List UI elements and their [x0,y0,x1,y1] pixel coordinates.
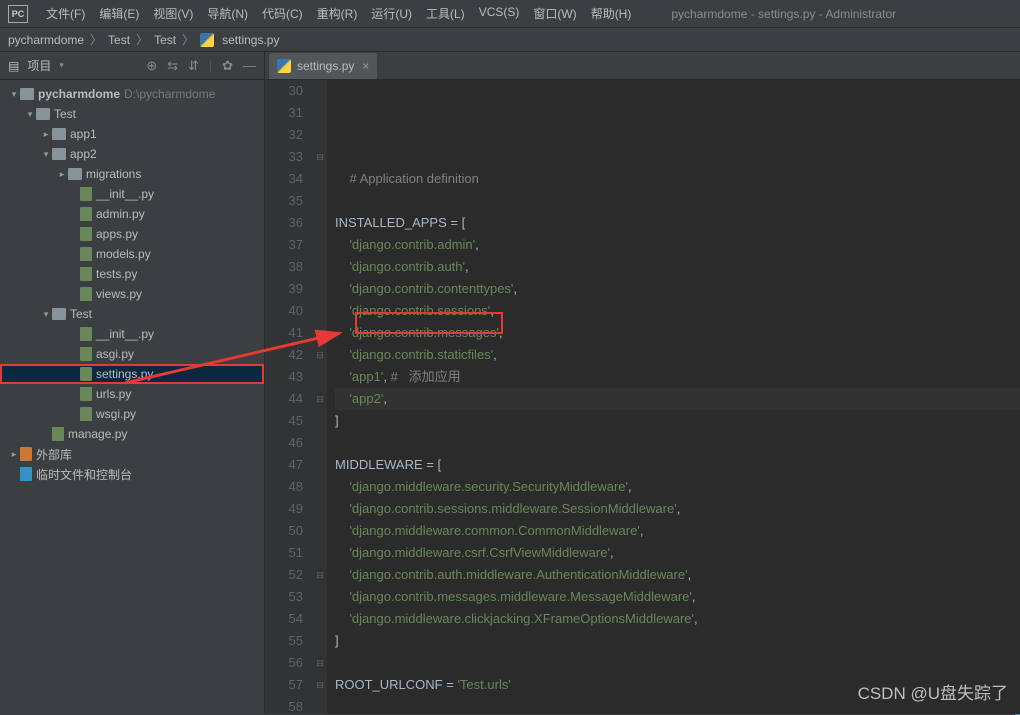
tree-file[interactable]: asgi.py [0,344,264,364]
highlight-box [355,312,503,334]
package-icon [68,168,82,180]
collapse-icon[interactable]: ⇵ [188,58,199,74]
tree-ext-lib[interactable]: ▸外部库 [0,444,264,464]
python-file-icon [80,267,92,281]
tree-file[interactable]: __init__.py [0,324,264,344]
tab-label: settings.py [297,59,354,73]
menu-item[interactable]: 工具(L) [420,3,471,24]
tree-file[interactable]: __init__.py [0,184,264,204]
crumb[interactable]: pycharmdome [8,33,84,47]
code-editor[interactable]: 3031323334353637383940414243444546474849… [265,80,1020,714]
locate-icon[interactable]: ⊕ [146,58,157,74]
project-tree[interactable]: ▾ pycharmdome D:\pycharmdome ▾Test ▸app1… [0,80,264,714]
project-sidebar: ▤ 项目 ▾ ⊕ ⇆ ⇵ | ✿ — ▾ pycharmdome D:\pych… [0,52,265,714]
menu-item[interactable]: 运行(U) [365,3,418,24]
tree-file[interactable]: tests.py [0,264,264,284]
folder-icon [36,108,50,120]
menu-item[interactable]: 帮助(H) [585,3,638,24]
package-icon [52,148,66,160]
library-icon [20,447,32,461]
tree-folder[interactable]: ▾app2 [0,144,264,164]
menu-item[interactable]: 代码(C) [256,3,309,24]
menu-item[interactable]: VCS(S) [473,3,526,24]
tree-folder[interactable]: ▸app1 [0,124,264,144]
tree-file[interactable]: admin.py [0,204,264,224]
menu-item[interactable]: 文件(F) [40,3,91,24]
tree-scratch[interactable]: 临时文件和控制台 [0,464,264,484]
tree-file[interactable]: settings.py [0,364,264,384]
menu-bar: PC 文件(F)编辑(E)视图(V)导航(N)代码(C)重构(R)运行(U)工具… [0,0,1020,28]
python-file-icon [80,387,92,401]
python-file-icon [80,247,92,261]
fold-column[interactable]: ⊟ ⊟ ⊟ ⊟ ⊟⊟ [313,80,327,714]
python-icon [277,59,291,73]
close-icon[interactable]: × [362,59,369,73]
menu-item[interactable]: 导航(N) [201,3,254,24]
project-tab-icon: ▤ [8,59,19,73]
tree-file[interactable]: urls.py [0,384,264,404]
project-panel-header: ▤ 项目 ▾ ⊕ ⇆ ⇵ | ✿ — [0,52,264,80]
tree-file[interactable]: apps.py [0,224,264,244]
line-gutter: 3031323334353637383940414243444546474849… [265,80,313,714]
watermark: CSDN @U盘失踪了 [858,679,1008,704]
project-panel-title[interactable]: 项目 [27,57,51,74]
python-file-icon [80,187,92,201]
menu-item[interactable]: 视图(V) [147,3,199,24]
tab-settings[interactable]: settings.py × [269,53,377,79]
menu-item[interactable]: 编辑(E) [93,3,145,24]
window-title: pycharmdome - settings.py - Administrato… [671,7,896,21]
python-file-icon [52,427,64,441]
python-file-icon [80,347,92,361]
crumb[interactable]: Test [154,33,176,47]
folder-icon [20,88,34,100]
tree-file[interactable]: models.py [0,244,264,264]
python-file-icon [80,207,92,221]
python-file-icon [80,367,92,381]
package-icon [52,128,66,140]
gear-icon[interactable]: ✿ [222,58,233,74]
breadcrumb: pycharmdome〉 Test〉 Test〉 settings.py [0,28,1020,52]
python-file-icon [80,287,92,301]
hide-icon[interactable]: — [243,58,256,74]
tree-root[interactable]: ▾ pycharmdome D:\pycharmdome [0,84,264,104]
tree-folder[interactable]: ▸migrations [0,164,264,184]
menu-item[interactable]: 重构(R) [311,3,364,24]
code-content[interactable]: # Application definition INSTALLED_APPS … [327,80,1020,714]
tree-folder[interactable]: ▾Test [0,104,264,124]
main-menu: 文件(F)编辑(E)视图(V)导航(N)代码(C)重构(R)运行(U)工具(L)… [40,3,637,24]
tree-folder[interactable]: ▾Test [0,304,264,324]
python-icon [200,33,214,47]
editor-area: settings.py × 30313233343536373839404142… [265,52,1020,714]
scratch-icon [20,467,32,481]
python-file-icon [80,227,92,241]
expand-icon[interactable]: ⇆ [167,58,178,74]
tree-file[interactable]: wsgi.py [0,404,264,424]
editor-tabs: settings.py × [265,52,1020,80]
python-file-icon [80,407,92,421]
tree-file[interactable]: manage.py [0,424,264,444]
app-logo: PC [8,5,28,23]
crumb-file[interactable]: settings.py [222,33,279,47]
package-icon [52,308,66,320]
crumb[interactable]: Test [108,33,130,47]
python-file-icon [80,327,92,341]
tree-file[interactable]: views.py [0,284,264,304]
menu-item[interactable]: 窗口(W) [527,3,582,24]
